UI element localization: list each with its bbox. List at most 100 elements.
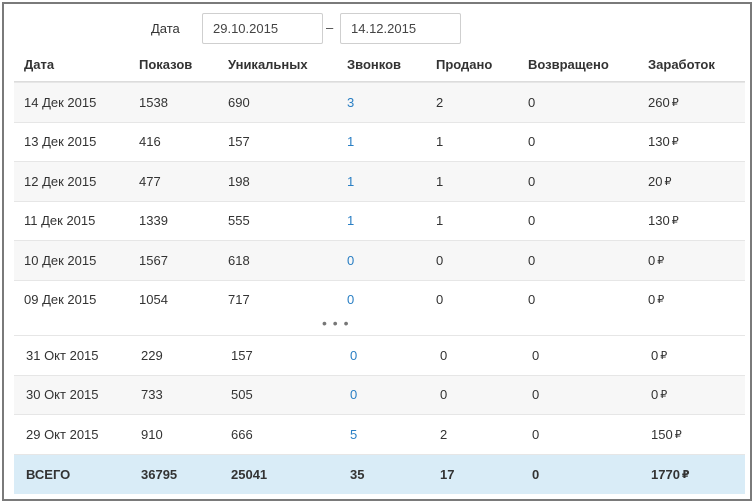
row-returned: 0 [532, 336, 539, 375]
row-calls-link[interactable]: 3 [347, 83, 354, 122]
row-views-value: 416 [139, 134, 161, 150]
ruble-icon: ₽ [681, 468, 690, 481]
ruble-icon: ₽ [657, 294, 665, 307]
row-earned: 20 ₽ [648, 162, 671, 201]
row-calls-link[interactable]: 0 [350, 376, 357, 415]
row-calls-link[interactable]: 1 [347, 123, 354, 162]
column-header-sold[interactable]: Продано [436, 48, 492, 81]
row-sold: 2 [440, 415, 447, 454]
row-calls-link-value[interactable]: 1 [347, 213, 354, 228]
row-unique: 157 [228, 123, 250, 162]
row-calls-link-value[interactable]: 0 [350, 348, 357, 363]
row-returned: 0 [528, 281, 535, 320]
date-from-input[interactable] [202, 13, 323, 44]
row-date: 31 Окт 2015 [26, 336, 99, 375]
row-views-value: 477 [139, 173, 161, 189]
ruble-icon: ₽ [660, 389, 668, 402]
table-row: 13 Дек 2015 416 157 1 1 0 130 ₽ [14, 121, 745, 162]
row-returned: 0 [528, 123, 535, 162]
table-row: 11 Дек 2015 1339 555 1 1 0 130 ₽ [14, 200, 745, 241]
row-views: 910 [141, 415, 163, 454]
row-sold: 2 [436, 83, 443, 122]
row-views-value: 1054 [139, 292, 168, 308]
row-views: 1567 [139, 241, 168, 280]
row-date-value: 11 Дек 2015 [24, 213, 96, 229]
row-calls-link-value[interactable]: 1 [347, 134, 354, 149]
row-date: 29 Окт 2015 [26, 415, 99, 454]
row-calls-link[interactable]: 0 [347, 281, 354, 320]
ruble-icon: ₽ [671, 215, 679, 228]
row-date-value: 31 Окт 2015 [26, 347, 99, 363]
row-sold: 0 [436, 281, 443, 320]
row-calls-link-value[interactable]: 0 [350, 387, 357, 402]
row-unique-value: 666 [231, 426, 253, 442]
row-date-value: 12 Дек 2015 [24, 173, 97, 189]
row-unique: 198 [228, 162, 250, 201]
table-row: 31 Окт 2015 229 157 0 0 0 0 ₽ [14, 335, 745, 375]
row-sold: 0 [440, 376, 447, 415]
row-earned-value: 130 [648, 213, 670, 229]
table-row: 09 Дек 2015 1054 717 0 0 0 0 ₽ [14, 279, 745, 320]
row-sold-value: 1 [436, 134, 444, 150]
row-sold: 1 [436, 123, 443, 162]
total-earned-value: 1770 [651, 466, 680, 482]
row-earned: 130 ₽ [648, 202, 679, 241]
row-calls-link[interactable]: 1 [347, 202, 354, 241]
row-views-value: 733 [141, 387, 163, 403]
row-earned-value: 20 [648, 173, 663, 189]
row-returned-value: 0 [528, 94, 536, 110]
row-date: 12 Дек 2015 [24, 162, 96, 201]
row-sold: 1 [436, 202, 443, 241]
row-views: 733 [141, 376, 163, 415]
row-sold-value: 1 [436, 173, 444, 189]
row-calls-link-value[interactable]: 3 [347, 95, 354, 110]
ruble-icon: ₽ [664, 175, 672, 188]
row-unique-value: 618 [228, 252, 250, 268]
row-returned-value: 0 [532, 426, 540, 442]
row-unique: 666 [231, 415, 253, 454]
row-views: 1054 [139, 281, 168, 320]
row-sold-value: 2 [440, 426, 448, 442]
row-sold-value: 0 [436, 292, 444, 308]
row-returned-value: 0 [532, 387, 540, 403]
row-calls-link[interactable]: 0 [350, 336, 357, 375]
ruble-icon: ₽ [657, 254, 665, 267]
row-calls-link[interactable]: 1 [347, 162, 354, 201]
table-header: Дата Показов Уникальных Звонков Продано … [14, 48, 745, 82]
row-calls-link[interactable]: 0 [347, 241, 354, 280]
row-earned-value: 150 [651, 426, 673, 442]
column-header-views[interactable]: Показов [139, 48, 192, 81]
column-header-earned[interactable]: Заработок [648, 48, 715, 81]
row-returned: 0 [532, 376, 539, 415]
row-earned-value: 0 [648, 292, 656, 308]
row-unique: 555 [228, 202, 250, 241]
row-unique: 690 [228, 83, 250, 122]
column-header-date[interactable]: Дата [24, 48, 54, 81]
column-header-calls[interactable]: Звонков [347, 48, 401, 81]
row-earned: 0 ₽ [651, 336, 667, 375]
row-calls-link[interactable]: 5 [350, 415, 357, 454]
row-views-value: 910 [141, 426, 163, 442]
row-earned: 260 ₽ [648, 83, 679, 122]
row-calls-link-value[interactable]: 5 [350, 427, 357, 442]
row-views-value: 1339 [139, 213, 168, 229]
total-views: 36795 [141, 466, 178, 482]
row-earned-value: 130 [648, 134, 670, 150]
row-date: 10 Дек 2015 [24, 241, 96, 280]
total-earned: 1770 ₽ [651, 455, 690, 494]
row-sold-value: 0 [440, 387, 448, 403]
row-views: 229 [141, 336, 163, 375]
total-calls: 35 [350, 466, 365, 482]
date-to-input[interactable] [340, 13, 461, 44]
row-unique-value: 717 [228, 292, 250, 308]
table-row: 29 Окт 2015 910 666 5 2 0 150 ₽ [14, 414, 745, 454]
row-calls-link-value[interactable]: 0 [347, 292, 354, 307]
column-header-returned[interactable]: Возвращено [528, 48, 609, 81]
row-calls-link-value[interactable]: 1 [347, 174, 354, 189]
row-sold-value: 1 [436, 213, 444, 229]
column-header-unique[interactable]: Уникальных [228, 48, 308, 81]
table-row: 12 Дек 2015 477 198 1 1 0 20 ₽ [14, 161, 745, 201]
row-date-value: 10 Дек 2015 [24, 252, 97, 268]
row-calls-link-value[interactable]: 0 [347, 253, 354, 268]
row-date: 14 Дек 2015 [24, 83, 96, 122]
